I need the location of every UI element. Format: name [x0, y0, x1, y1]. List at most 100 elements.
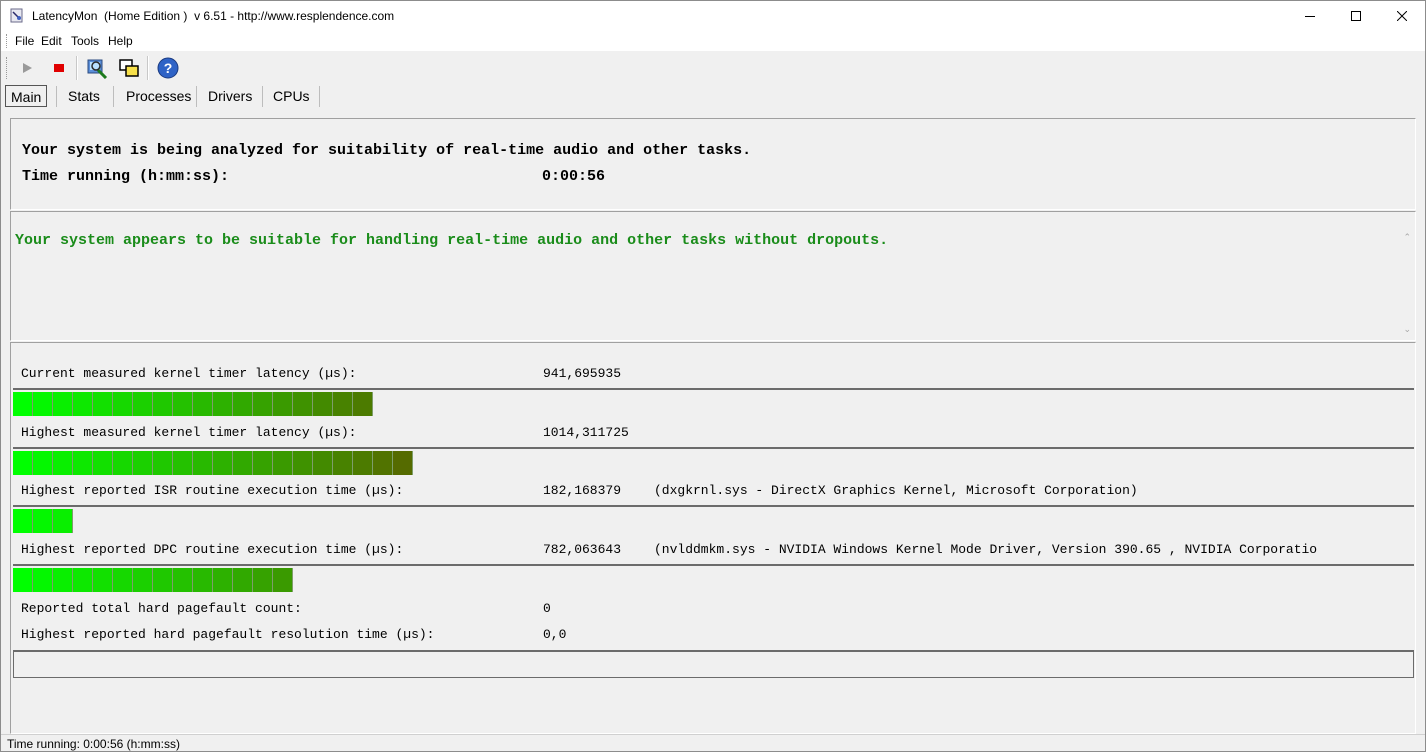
start-button[interactable] [15, 56, 39, 80]
latency-bar-segment [93, 451, 113, 475]
latency-bar-segment [393, 451, 413, 475]
close-button[interactable] [1379, 1, 1425, 31]
app-icon [10, 8, 23, 23]
menu-help[interactable]: Help [108, 34, 133, 48]
latency-bar-segment [293, 392, 313, 416]
maximize-button[interactable] [1333, 1, 1379, 31]
latency-bar-segment [333, 392, 353, 416]
latency-bar-segment [13, 509, 33, 533]
analysis-message: Your system is being analyzed for suitab… [22, 142, 752, 159]
latency-bar-segment [333, 451, 353, 475]
latency-bar-segment [113, 568, 133, 592]
scroll-up-icon[interactable]: ⌃ [1403, 232, 1411, 243]
metric-detail: (nvlddmkm.sys - NVIDIA Windows Kernel Mo… [654, 542, 1318, 557]
latency-bar-fill [13, 451, 413, 475]
title-bar[interactable]: LatencyMon (Home Edition ) v 6.51 - http… [1, 1, 1425, 31]
pagefault-count-value: 0 [543, 601, 551, 616]
verdict-panel: Your system appears to be suitable for h… [10, 211, 1416, 341]
latency-bar-segment [53, 392, 73, 416]
pagefault-count-label: Reported total hard pagefault count: [21, 601, 302, 616]
svg-text:?: ? [164, 60, 173, 76]
metric-label: Current measured kernel timer latency (µ… [21, 366, 357, 381]
latency-bar-segment [73, 392, 93, 416]
metric-label: Highest reported DPC routine execution t… [21, 542, 404, 557]
menu-tools[interactable]: Tools [71, 34, 99, 48]
pagefault-bar [13, 650, 1414, 678]
analysis-status-panel: Your system is being analyzed for suitab… [10, 118, 1416, 210]
status-bar: Time running: 0:00:56 (h:mm:ss) [1, 734, 1425, 751]
latency-bar-segment [73, 451, 93, 475]
help-icon: ? [157, 57, 179, 79]
latency-bar-segment [273, 392, 293, 416]
minimize-button[interactable] [1287, 1, 1333, 31]
latency-bar-segment [313, 392, 333, 416]
stop-button[interactable] [47, 56, 71, 80]
metric-value: 1014,311725 [543, 425, 629, 440]
metric-label: Highest reported ISR routine execution t… [21, 483, 404, 498]
minimize-icon [1305, 16, 1315, 17]
maximize-icon [1351, 11, 1361, 21]
latency-bar-fill [13, 509, 73, 533]
latency-bar-segment [133, 451, 153, 475]
pagefault-time-value: 0,0 [543, 627, 567, 642]
latency-bar-segment [313, 451, 333, 475]
latency-bar [13, 564, 1414, 592]
latencymon-window: LatencyMon (Home Edition ) v 6.51 - http… [0, 0, 1426, 752]
latency-bar-segment [273, 451, 293, 475]
metrics-panel: Current measured kernel timer latency (µ… [10, 342, 1416, 734]
latency-bar [13, 388, 1414, 416]
verdict-text: Your system appears to be suitable for h… [15, 232, 889, 249]
latency-bar-segment [133, 568, 153, 592]
tab-processes[interactable]: Processes [121, 85, 196, 107]
latency-bar-segment [193, 568, 213, 592]
tab-drivers[interactable]: Drivers [203, 85, 257, 107]
scroll-down-icon[interactable]: ⌄ [1403, 324, 1411, 335]
latency-bar-segment [173, 451, 193, 475]
tab-cpus[interactable]: CPUs [268, 85, 315, 107]
windows-button[interactable] [117, 56, 141, 80]
latency-bar-segment [153, 568, 173, 592]
time-running-value: 0:00:56 [542, 168, 606, 185]
tab-separator [56, 86, 57, 107]
latency-bar-segment [153, 392, 173, 416]
latency-bar-segment [253, 568, 273, 592]
latency-bar-segment [33, 451, 53, 475]
latency-bar-segment [93, 392, 113, 416]
latency-bar-segment [113, 392, 133, 416]
tab-separator [262, 86, 263, 107]
menu-edit[interactable]: Edit [41, 34, 62, 48]
latency-bar-segment [373, 451, 393, 475]
menu-grip [6, 34, 9, 48]
toolbar-grip [6, 57, 9, 79]
latency-bar-segment [53, 568, 73, 592]
analyze-button[interactable] [85, 56, 109, 80]
status-bar-text: Time running: 0:00:56 (h:mm:ss) [7, 737, 180, 751]
latency-bar [13, 447, 1414, 475]
play-icon [23, 63, 32, 73]
latency-bar-segment [253, 392, 273, 416]
close-icon [1397, 11, 1407, 21]
tab-main[interactable]: Main [5, 85, 48, 107]
latency-bar-segment [73, 568, 93, 592]
latency-bar-segment [93, 568, 113, 592]
latency-bar-segment [33, 509, 53, 533]
tab-stats[interactable]: Stats [63, 85, 105, 107]
verdict-scrollbar[interactable]: ⌃ ⌄ [1399, 230, 1414, 342]
latency-bar-segment [13, 568, 33, 592]
latency-bar [13, 505, 1414, 533]
analyze-icon [87, 59, 108, 79]
latency-bar-segment [213, 568, 233, 592]
latency-bar-segment [193, 392, 213, 416]
latency-bar-segment [33, 392, 53, 416]
tab-bar: Main Stats Processes Drivers CPUs [1, 83, 1425, 109]
windows-icon [119, 59, 139, 77]
window-title: LatencyMon (Home Edition ) v 6.51 - http… [32, 9, 395, 23]
latency-bar-segment [33, 568, 53, 592]
latency-bar-segment [53, 451, 73, 475]
help-button[interactable]: ? [156, 56, 180, 80]
time-running-label: Time running (h:mm:ss): [22, 168, 230, 185]
latency-bar-segment [173, 392, 193, 416]
metric-value: 941,695935 [543, 366, 622, 381]
menu-file[interactable]: File [15, 34, 34, 48]
latency-bar-segment [253, 451, 273, 475]
